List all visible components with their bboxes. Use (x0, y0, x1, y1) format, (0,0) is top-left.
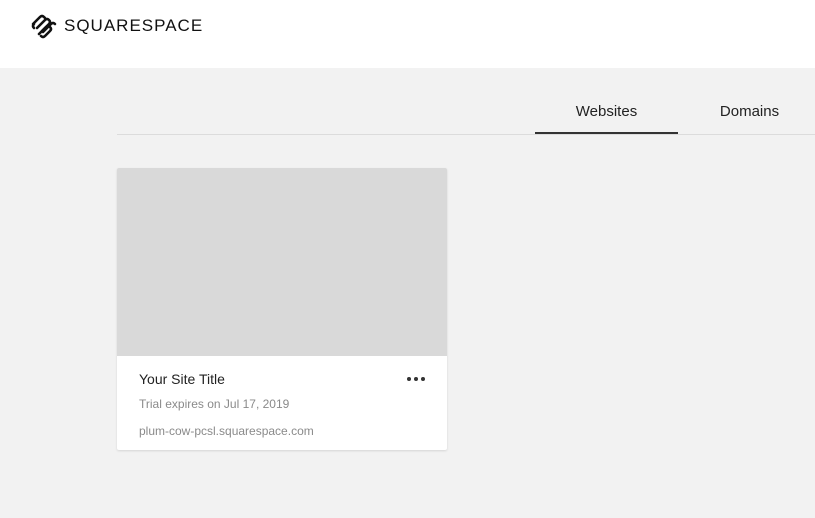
logo-text: SQUARESPACE (64, 16, 204, 35)
more-dot (407, 377, 411, 381)
more-horizontal-icon[interactable] (405, 370, 427, 388)
site-thumbnail[interactable] (117, 168, 447, 356)
site-domain[interactable]: plum-cow-pcsl.squarespace.com (139, 424, 314, 438)
more-dot (421, 377, 425, 381)
site-title[interactable]: Your Site Title (139, 371, 225, 387)
site-card[interactable]: Your Site Title Trial expires on Jul 17,… (117, 168, 447, 450)
tab-websites[interactable]: Websites (535, 96, 678, 134)
more-dot (414, 377, 418, 381)
top-bar: SQUARESPACE (0, 0, 815, 68)
tab-bar: Websites Domains (117, 96, 815, 135)
squarespace-logo[interactable]: SQUARESPACE (30, 13, 203, 39)
trial-expiry-text: Trial expires on Jul 17, 2019 (139, 397, 290, 411)
tab-domains[interactable]: Domains (678, 96, 815, 134)
squarespace-logo-icon (31, 14, 57, 39)
